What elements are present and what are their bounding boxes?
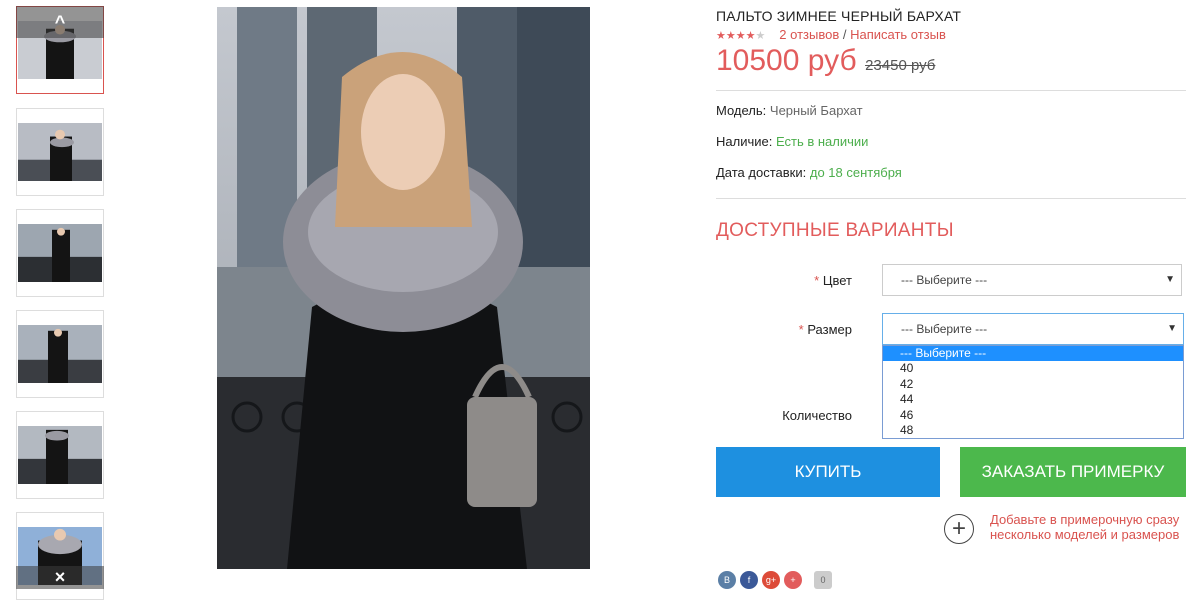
rating-separator: / — [839, 27, 851, 42]
thumbnail-image — [18, 426, 102, 484]
availability-row: Наличие: Есть в наличии — [716, 134, 868, 149]
dropdown-arrow-icon: ▼ — [1167, 323, 1177, 334]
old-price: 23450 руб — [865, 57, 936, 74]
close-icon: × — [54, 567, 66, 587]
thumbnail-image — [18, 123, 102, 181]
required-mark: * — [798, 322, 804, 337]
size-option[interactable]: 40 — [883, 361, 1183, 376]
product-title: ПАЛЬТО ЗИМНЕЕ ЧЕРНЫЙ БАРХАТ — [716, 8, 962, 24]
share-count: 0 — [814, 571, 832, 589]
availability-label: Наличие: — [716, 134, 773, 149]
odnoklassniki-icon[interactable]: + — [784, 571, 802, 589]
size-label-text: Размер — [807, 322, 852, 337]
star-icon: ★ — [716, 30, 726, 42]
rating-row: ★★★★★ 2 отзывов / Написать отзыв — [716, 27, 946, 42]
order-fitting-button[interactable]: ЗАКАЗАТЬ ПРИМЕРКУ — [960, 447, 1186, 497]
chevron-up-icon: ^ — [54, 11, 66, 32]
size-label: * Размер — [756, 322, 852, 337]
size-option[interactable]: 44 — [883, 392, 1183, 407]
size-select[interactable]: --- Выберите --- ▼ — [882, 313, 1184, 345]
size-option[interactable]: 46 — [883, 408, 1183, 423]
thumbnail-2[interactable] — [16, 108, 104, 196]
thumbnail-3[interactable] — [16, 209, 104, 297]
dropdown-arrow-icon: ▼ — [1165, 274, 1175, 285]
divider — [716, 90, 1186, 91]
add-to-fitting-text[interactable]: Добавьте в примерочную сразу несколько м… — [990, 512, 1190, 542]
color-label-text: Цвет — [822, 273, 852, 288]
thumbnail-image — [18, 325, 102, 383]
delivery-value: до 18 сентября — [809, 165, 902, 180]
required-mark: * — [814, 273, 820, 288]
variants-title: ДОСТУПНЫЕ ВАРИАНТЫ — [716, 220, 954, 241]
divider — [716, 198, 1186, 199]
size-option[interactable]: 48 — [883, 423, 1183, 438]
model-value: Черный Бархат — [769, 103, 863, 118]
availability-value: Есть в наличии — [775, 134, 869, 149]
thumbnail-5[interactable] — [16, 411, 104, 499]
thumbnail-up-button[interactable]: ^ — [16, 6, 104, 38]
delivery-row: Дата доставки: до 18 сентября — [716, 165, 902, 180]
write-review-link[interactable]: Написать отзыв — [850, 27, 946, 42]
star-empty-icon: ★ — [755, 30, 766, 42]
thumbnail-image — [18, 224, 102, 282]
model-row: Модель: Черный Бархат — [716, 103, 863, 118]
rating-stars: ★★★★★ — [716, 30, 768, 42]
color-select[interactable]: --- Выберите --- ▼ — [882, 264, 1182, 296]
delivery-label: Дата доставки: — [716, 165, 807, 180]
thumbnail-down-button[interactable]: × — [16, 566, 104, 589]
facebook-icon[interactable]: f — [740, 571, 758, 589]
buy-button[interactable]: КУПИТЬ — [716, 447, 940, 497]
plus-circle-icon[interactable]: + — [944, 514, 974, 544]
size-select-value: --- Выберите --- — [901, 322, 988, 336]
current-price: 10500 руб — [716, 44, 857, 77]
product-photo — [217, 7, 590, 569]
main-product-image[interactable] — [217, 7, 590, 569]
star-icon: ★ — [735, 30, 746, 42]
model-label: Модель: — [716, 103, 767, 118]
google-plus-icon[interactable]: g+ — [762, 571, 780, 589]
star-icon: ★ — [725, 30, 736, 42]
star-icon: ★ — [745, 30, 756, 42]
size-dropdown-list: --- Выберите --- 40 42 44 46 48 — [882, 345, 1184, 439]
size-option[interactable]: --- Выберите --- — [883, 346, 1183, 362]
color-label: * Цвет — [776, 273, 852, 288]
thumbnail-4[interactable] — [16, 310, 104, 398]
price-row: 10500 руб 23450 руб — [716, 44, 935, 78]
color-select-value: --- Выберите --- — [901, 273, 988, 287]
quantity-label: Количество — [782, 408, 852, 423]
reviews-link[interactable]: 2 отзывов — [779, 27, 839, 42]
vk-icon[interactable]: В — [718, 571, 736, 589]
size-option[interactable]: 42 — [883, 377, 1183, 392]
